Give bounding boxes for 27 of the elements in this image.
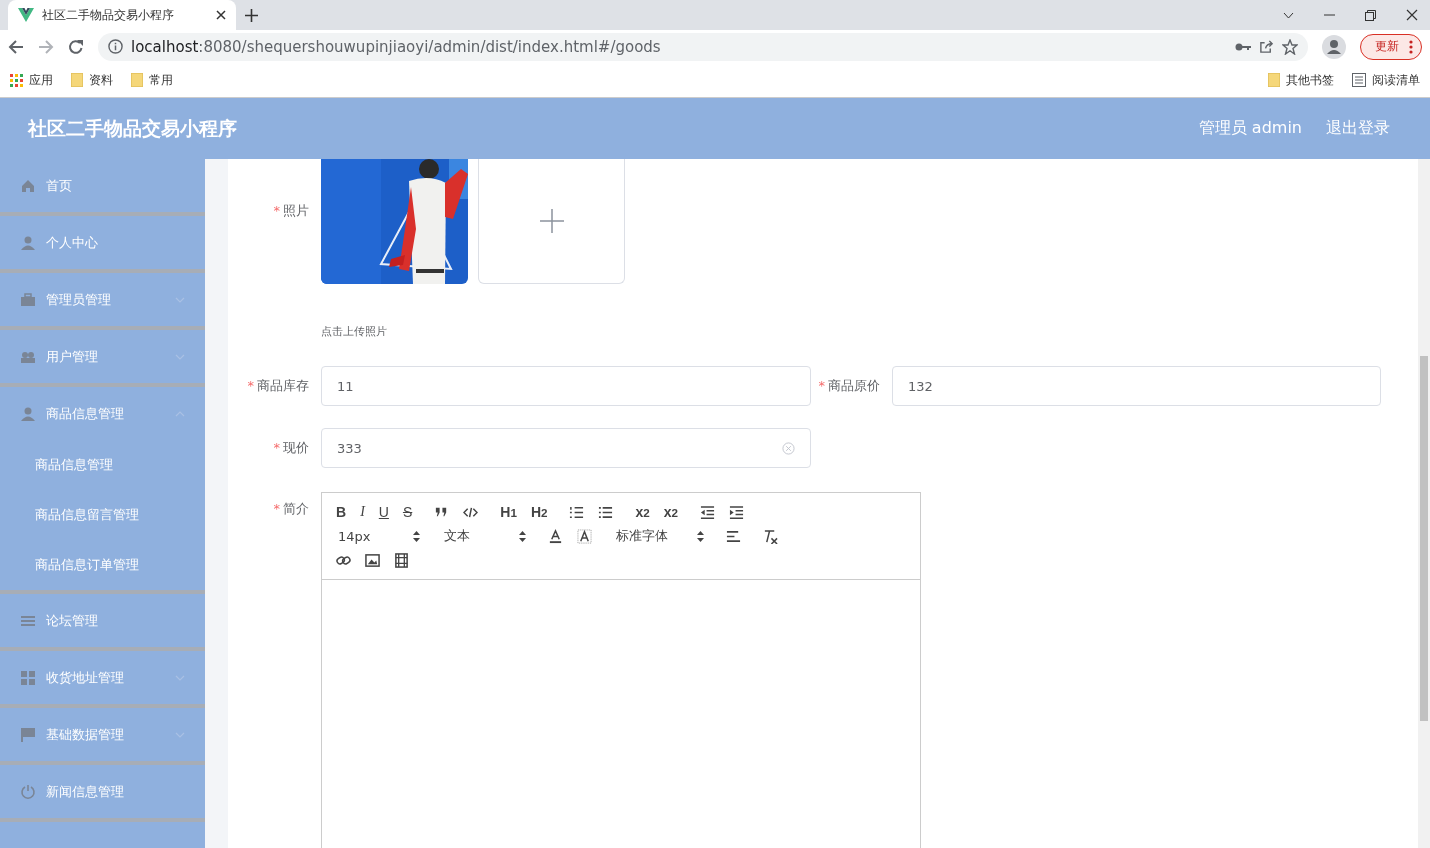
bookmark[interactable]: 应用 bbox=[29, 71, 53, 89]
field-label: * 简介 bbox=[272, 500, 310, 518]
address-bar[interactable]: localhost:8080/shequershouwupinjiaoyi/admin/dist/index.html#/goods bbox=[98, 32, 1308, 61]
strikethrough-button[interactable]: S bbox=[400, 502, 415, 522]
app-title: 社区二手物品交易小程序 bbox=[28, 115, 238, 141]
bookmark[interactable]: 其他书签 bbox=[1286, 71, 1334, 89]
italic-button[interactable]: I bbox=[358, 502, 367, 522]
bookmark[interactable]: 阅读清单 bbox=[1372, 71, 1420, 89]
bookmark[interactable]: 常用 bbox=[149, 71, 173, 89]
text-field[interactable]: 11 bbox=[321, 366, 811, 406]
text-field[interactable]: 132 bbox=[892, 366, 1381, 406]
user-label: 管理员 admin bbox=[1198, 118, 1302, 139]
toolbar-dropdown[interactable]: 14px bbox=[334, 528, 424, 544]
browser-tab[interactable]: 社区二手物品交易小程序 bbox=[8, 0, 236, 30]
underline-button[interactable]: U bbox=[376, 502, 391, 522]
bookmark[interactable]: 资料 bbox=[89, 71, 113, 89]
field-label: * 商品原价 bbox=[817, 377, 881, 395]
text-field[interactable]: 333 bbox=[321, 428, 811, 468]
url-text: localhost:8080/shequershouwupinjiaoyi/admin/dist/index.html#/goods bbox=[131, 37, 661, 56]
bold-button[interactable]: B bbox=[334, 502, 349, 522]
toolbar-dropdown[interactable]: 标准字体 bbox=[612, 527, 708, 545]
update-button[interactable]: 更新 bbox=[1360, 33, 1422, 60]
field-label: * 照片 bbox=[272, 202, 310, 220]
field-label: * 商品库存 bbox=[246, 377, 310, 395]
field-label: * 现价 bbox=[272, 439, 310, 457]
upload-hint: 点击上传照片 bbox=[321, 324, 388, 339]
toolbar-dropdown[interactable]: 文本 bbox=[440, 527, 530, 545]
